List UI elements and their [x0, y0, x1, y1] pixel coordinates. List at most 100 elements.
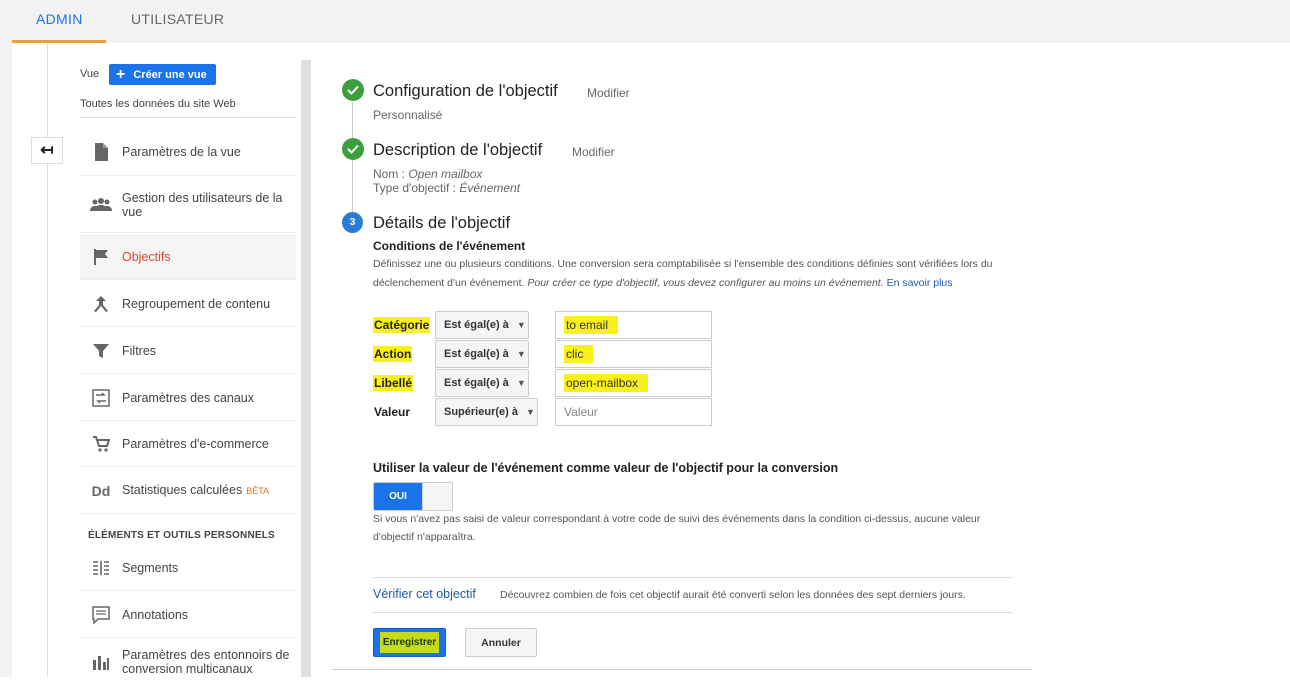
sidebar-item-ecommerce-settings[interactable]: Paramètres d'e-commerce: [80, 421, 296, 467]
sidebar-item-text: Statistiques calculées BÊTA: [122, 483, 269, 498]
learn-more-link[interactable]: En savoir plus: [884, 277, 953, 289]
divider: [373, 612, 1013, 613]
verify-goal-description: Découvrez combien de fois cet objectif a…: [500, 589, 966, 601]
use-value-note: Si vous n'avez pas saisi de valeur corre…: [373, 513, 981, 543]
view-name: Toutes les données du site Web: [80, 98, 236, 110]
check-icon: [342, 138, 364, 160]
chevron-down-icon: ▼: [525, 407, 535, 417]
left-gutter: [0, 43, 12, 677]
sidebar-item-label: Statistiques calculées: [122, 483, 243, 497]
operator-value: Est égal(e) à: [444, 348, 509, 360]
sidebar-item-label: Filtres: [122, 343, 157, 358]
back-arrow-button[interactable]: ↤: [31, 137, 63, 164]
merge-icon: [80, 295, 122, 313]
goal-name-label: Nom :: [373, 167, 409, 181]
sidebar-item-filters[interactable]: Filtres: [80, 328, 296, 374]
sidebar-item-annotations[interactable]: Annotations: [80, 592, 296, 638]
label-input[interactable]: open-mailbox: [555, 369, 712, 397]
cart-icon: [80, 435, 122, 453]
modify-config-link[interactable]: Modifier: [587, 86, 630, 100]
sidebar-item-multichannel-funnels[interactable]: Paramètres des entonnoirs de conversion …: [80, 639, 296, 685]
goal-name-line: Nom : Open mailbox: [373, 167, 482, 181]
back-arrow-icon: ↤: [40, 142, 54, 159]
sidebar-item-label: Paramètres d'e-commerce: [122, 436, 269, 451]
step-number-badge: 3: [342, 212, 363, 233]
operator-select-label[interactable]: Est égal(e) à ▼: [435, 369, 529, 397]
sidebar-item-label: Paramètres de la vue: [122, 144, 241, 159]
goal-type-line: Type d'objectif : Événement: [373, 181, 520, 195]
sidebar-item-content-grouping[interactable]: Regroupement de contenu: [80, 281, 296, 327]
toggle-knob: [422, 483, 452, 510]
chevron-down-icon: ▼: [516, 320, 526, 330]
modify-description-link[interactable]: Modifier: [572, 145, 615, 159]
goal-type-label: Type d'objectif :: [373, 181, 460, 195]
operator-select-category[interactable]: Est égal(e) à ▼: [435, 311, 529, 339]
sidebar-item-view-settings[interactable]: Paramètres de la vue: [80, 128, 296, 176]
label-value: open-mailbox: [564, 374, 649, 392]
value-placeholder: Valeur: [564, 405, 598, 419]
sidebar-item-label: Gestion des utilisateurs de la vue: [122, 190, 283, 219]
sidebar-item-user-management[interactable]: Gestion des utilisateurs de la vue: [80, 177, 296, 233]
use-event-value-title: Utiliser la valeur de l'événement comme …: [373, 461, 839, 475]
tab-user[interactable]: UTILISATEUR: [131, 11, 224, 27]
channels-icon: [80, 388, 122, 407]
flag-icon: [80, 248, 122, 266]
sidebar-item-segments[interactable]: Segments: [80, 545, 296, 591]
divider: [373, 577, 1013, 578]
section-title-personal-tools: ÉLÉMENTS ET OUTILS PERSONNELS: [88, 530, 275, 541]
view-label: Vue: [80, 68, 100, 80]
sidebar-item-calculated-metrics[interactable]: Dd Statistiques calculées BÊTA: [80, 468, 296, 514]
use-event-value-toggle[interactable]: OUI: [373, 482, 453, 511]
operator-value: Est égal(e) à: [444, 377, 509, 389]
condition-label-action: Action: [373, 346, 413, 362]
sidebar-item-label: Segments: [122, 560, 179, 575]
category-input[interactable]: to email: [555, 311, 712, 339]
users-icon: [80, 197, 122, 212]
active-tab-indicator: [12, 40, 106, 43]
create-view-label: Créer une vue: [133, 68, 207, 81]
sidebar-item-label: Objectifs: [122, 249, 171, 264]
category-value: to email: [564, 316, 619, 334]
annotation-icon: [80, 605, 122, 624]
filter-icon: [80, 342, 122, 360]
sidebar-scrollbar[interactable]: [301, 60, 311, 677]
cancel-button[interactable]: Annuler: [465, 628, 537, 657]
operator-value: Supérieur(e) à: [444, 406, 518, 418]
tab-admin[interactable]: ADMIN: [36, 11, 83, 27]
goal-name-value: Open mailbox: [408, 167, 483, 181]
chevron-down-icon: ▼: [516, 378, 526, 388]
sidebar-item-goals[interactable]: Objectifs: [80, 234, 296, 280]
operator-select-value[interactable]: Supérieur(e) à ▼: [435, 398, 538, 426]
save-button[interactable]: Enregistrer: [373, 628, 446, 657]
goal-type-value: Événement: [459, 181, 521, 195]
action-value: clic: [564, 345, 594, 363]
create-view-button[interactable]: + Créer une vue: [109, 64, 216, 85]
step-details-title: Détails de l'objectif: [373, 214, 511, 232]
conditions-title: Conditions de l'événement: [373, 239, 526, 253]
segments-icon: [80, 560, 122, 576]
chevron-down-icon: ▼: [516, 349, 526, 359]
check-icon: [342, 79, 364, 101]
top-bar: ADMIN UTILISATEUR: [0, 0, 1290, 43]
bar-chart-icon: [80, 654, 122, 670]
bottom-divider: [332, 669, 1032, 670]
sidebar-item-channel-settings[interactable]: Paramètres des canaux: [80, 375, 296, 421]
toggle-on-label: OUI: [374, 483, 422, 510]
beta-badge: BÊTA: [246, 486, 270, 496]
sidebar-item-label: Regroupement de contenu: [122, 296, 271, 311]
value-input[interactable]: Valeur: [555, 398, 712, 426]
save-label: Enregistrer: [379, 632, 440, 653]
dd-icon: Dd: [91, 482, 111, 499]
conditions-description: Définissez une ou plusieurs conditions. …: [373, 255, 1013, 293]
plus-icon: +: [116, 65, 126, 83]
sidebar-item-label: Paramètres des canaux: [122, 390, 255, 405]
action-input[interactable]: clic: [555, 340, 712, 368]
condition-label-label: Libellé: [373, 375, 414, 391]
verify-goal-link[interactable]: Vérifier cet objectif: [373, 587, 476, 601]
operator-select-action[interactable]: Est égal(e) à ▼: [435, 340, 529, 368]
condition-label-value: Valeur: [374, 405, 411, 419]
conditions-desc-italic: Pour créer ce type d'objectif, vous deve…: [527, 277, 884, 289]
step-config-value: Personnalisé: [373, 108, 443, 122]
condition-label-category: Catégorie: [373, 317, 431, 333]
step-description-title: Description de l'objectif: [373, 141, 543, 159]
